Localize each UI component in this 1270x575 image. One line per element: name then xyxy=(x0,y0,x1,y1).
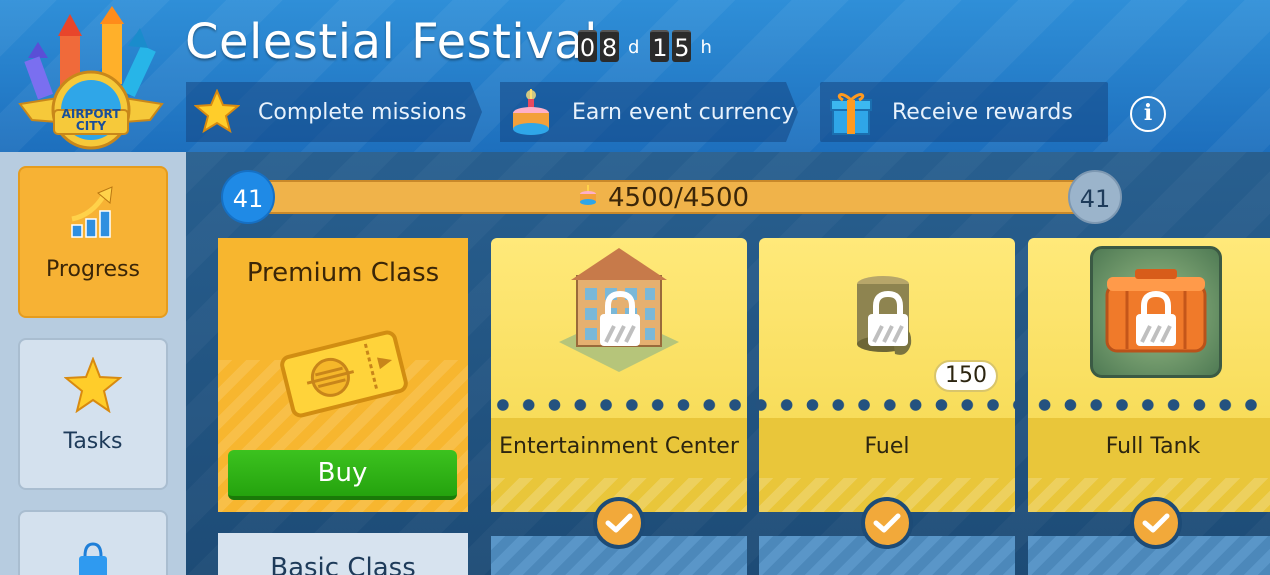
step-label: Receive rewards xyxy=(892,99,1073,125)
basic-class-title: Basic Class xyxy=(270,553,416,575)
airport-city-logo: AIRPORT CITY xyxy=(18,6,164,152)
claimed-check-icon xyxy=(593,497,645,549)
cake-icon xyxy=(578,183,598,214)
reward-label: Entertainment Center xyxy=(499,434,739,459)
lock-icon xyxy=(596,290,644,352)
next-level-badge: 41 xyxy=(1068,170,1122,224)
event-timer: 0 8 d 1 5 h xyxy=(578,30,720,62)
timer-day-digit-1: 0 xyxy=(578,30,597,62)
info-button[interactable]: i xyxy=(1130,96,1166,132)
premium-class-title: Premium Class xyxy=(246,258,440,288)
sidebar: Progress Tasks xyxy=(0,152,186,575)
timer-day-unit: d xyxy=(628,37,640,58)
progress-value: 4500/4500 xyxy=(608,183,750,213)
tab-tasks[interactable]: Tasks xyxy=(18,338,168,490)
current-level-badge: 41 xyxy=(221,170,275,224)
timer-day-digit-2: 8 xyxy=(600,30,619,62)
logo-text-city: CITY xyxy=(75,119,107,133)
claimed-check-icon xyxy=(1130,497,1182,549)
step-earn-currency: Earn event currency xyxy=(500,82,798,142)
step-label: Complete missions xyxy=(258,99,467,125)
lock-icon xyxy=(864,290,912,352)
reward-progress-dots xyxy=(490,397,1270,413)
step-receive-rewards: Receive rewards xyxy=(820,82,1108,142)
premium-class-card: Premium Class Buy xyxy=(218,238,468,512)
claimed-check-icon xyxy=(861,497,913,549)
reward-label: Fuel xyxy=(864,434,910,459)
tab-shop[interactable] xyxy=(18,510,168,575)
step-complete-missions: Complete missions xyxy=(186,82,482,142)
reward-label: Full Tank xyxy=(1105,434,1201,459)
progress-chart-icon xyxy=(68,185,118,245)
progress-readout: 4500/4500 xyxy=(578,182,749,214)
lock-icon xyxy=(1132,290,1180,352)
reward-quantity-badge: 150 xyxy=(934,360,998,392)
tab-label: Progress xyxy=(46,257,140,282)
timer-hour-digit-2: 5 xyxy=(672,30,692,62)
reward-card-full-tank[interactable]: Full Tank xyxy=(1028,238,1270,512)
tab-label: Tasks xyxy=(63,429,123,454)
reward-card-entertainment-center[interactable]: Entertainment Center xyxy=(491,238,747,512)
timer-hour-digit-1: 1 xyxy=(650,30,670,62)
shopping-bag-icon xyxy=(73,542,113,575)
buy-premium-button[interactable]: Buy xyxy=(228,450,457,500)
gift-icon xyxy=(826,87,876,137)
cake-icon xyxy=(506,87,556,137)
step-label: Earn event currency xyxy=(572,99,795,125)
basic-class-card: Basic Class xyxy=(218,533,468,575)
timer-hour-unit: h xyxy=(700,37,712,58)
star-icon xyxy=(63,356,123,419)
event-header: AIRPORT CITY Celestial Festival 0 8 d 1 … xyxy=(0,0,1270,152)
star-icon xyxy=(192,87,242,137)
tab-progress[interactable]: Progress xyxy=(18,166,168,318)
golden-ticket-icon xyxy=(276,326,412,426)
event-title: Celestial Festival xyxy=(185,14,598,70)
